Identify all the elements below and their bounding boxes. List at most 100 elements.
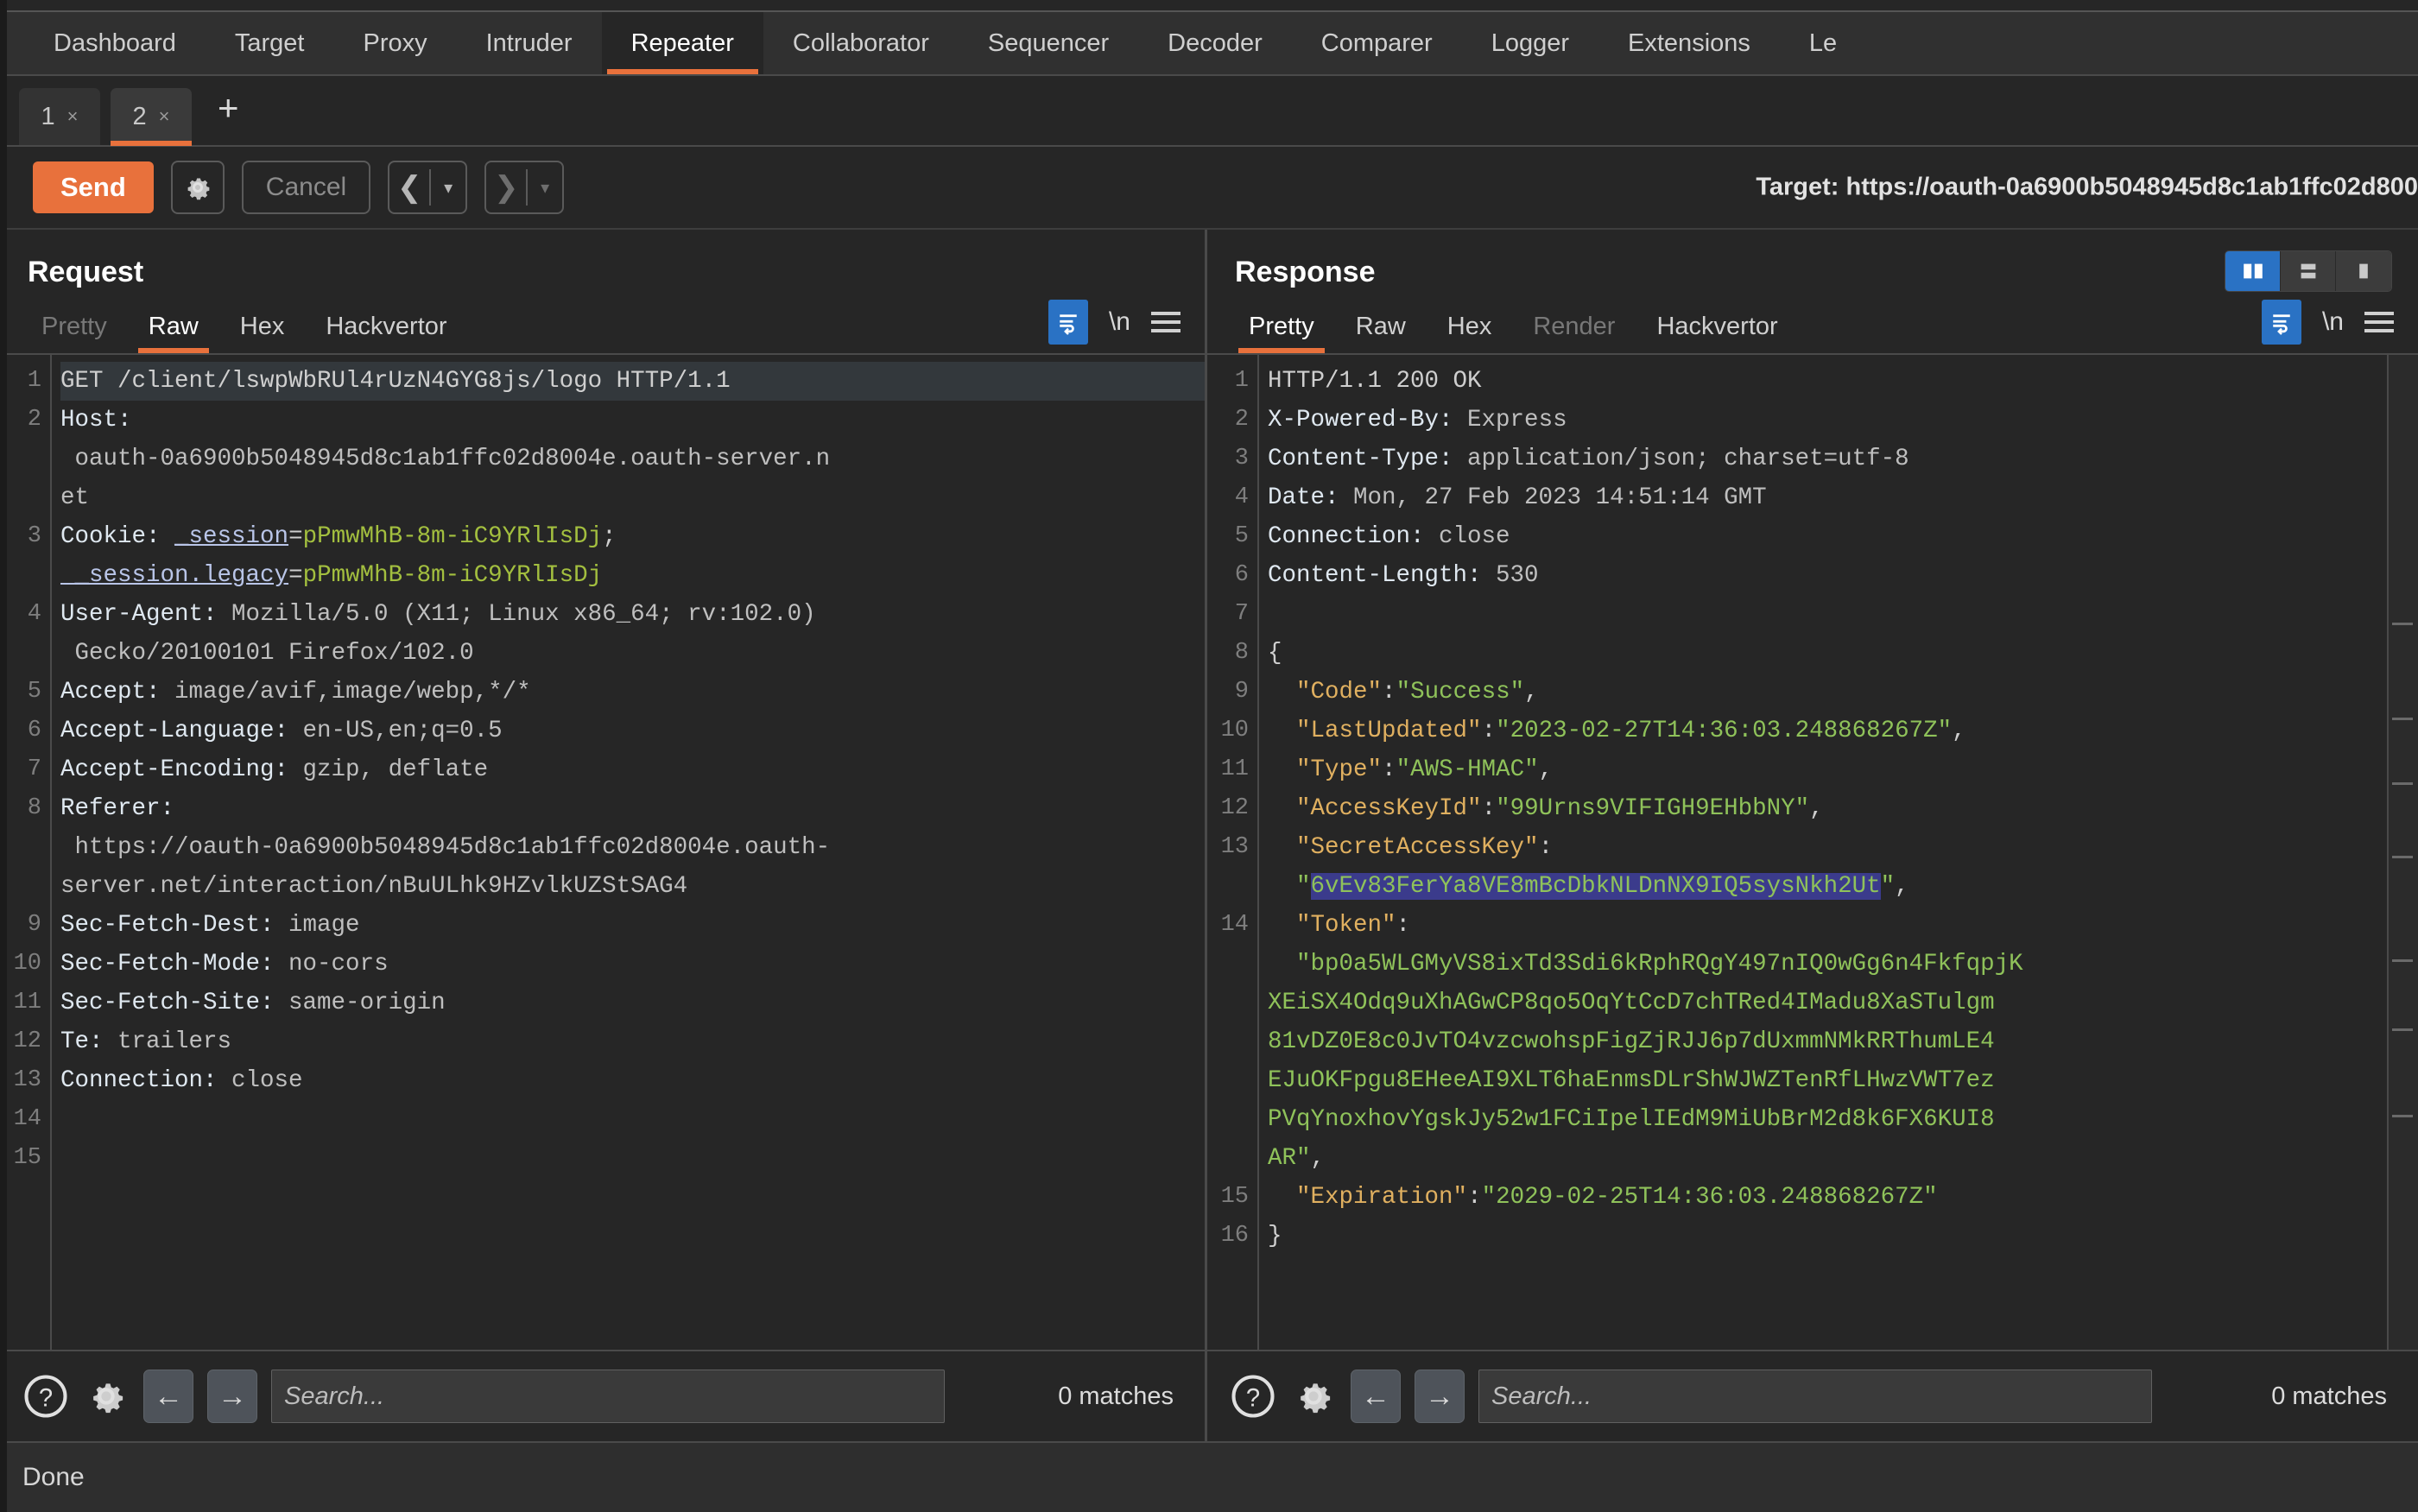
response-menu-icon[interactable] — [2364, 312, 2394, 332]
response-code-line[interactable]: AR", — [1268, 1139, 2378, 1178]
go-back-button[interactable]: ❮ ▾ — [388, 161, 468, 214]
request-search-next-button[interactable]: → — [207, 1370, 257, 1423]
request-code-line[interactable]: https://oauth-0a6900b5048945d8c1ab1ffc02… — [60, 828, 1205, 867]
request-code-line[interactable]: Sec-Fetch-Site: same-origin — [60, 984, 1205, 1022]
request-code-line[interactable]: Sec-Fetch-Dest: image — [60, 906, 1205, 945]
request-code-line[interactable]: Connection: close — [60, 1061, 1205, 1100]
close-icon[interactable]: × — [159, 105, 170, 128]
request-code-line[interactable]: Accept-Encoding: gzip, deflate — [60, 750, 1205, 789]
main-tab-proxy[interactable]: Proxy — [333, 12, 456, 74]
request-search-prev-button[interactable]: ← — [143, 1370, 193, 1423]
go-forward-button[interactable]: ❯ ▾ — [484, 161, 565, 214]
view-mode-split-vertical-button[interactable] — [2225, 251, 2281, 291]
chevron-left-icon[interactable]: ❮ — [389, 162, 429, 212]
response-code-line[interactable]: "Type":"AWS-HMAC", — [1268, 750, 2378, 789]
main-tab-extensions[interactable]: Extensions — [1598, 12, 1780, 74]
response-tab-hackvertor[interactable]: Hackvertor — [1636, 313, 1798, 353]
response-code-line[interactable]: "AccessKeyId":"99Urns9VIFIGH9EHbbNY", — [1268, 789, 2378, 828]
request-code-line[interactable]: Gecko/20100101 Firefox/102.0 — [60, 634, 1205, 673]
request-code-line[interactable]: oauth-0a6900b5048945d8c1ab1ffc02d8004e.o… — [60, 440, 1205, 478]
request-code-line[interactable]: Host: — [60, 401, 1205, 440]
main-tab-decoder[interactable]: Decoder — [1138, 12, 1292, 74]
response-tab-render[interactable]: Render — [1512, 313, 1636, 353]
send-settings-button[interactable] — [170, 161, 225, 214]
response-code-line[interactable]: PVqYnoxhovYgskJy52w1FCiIpelIEdM9MiUbBrM2… — [1268, 1100, 2378, 1139]
request-code-line[interactable]: server.net/interaction/nBuULhk9HZvlkUZSt… — [60, 867, 1205, 906]
request-raw-text[interactable]: GET /client/lswpWbRUl4rUzN4GYG8js/logo H… — [50, 355, 1205, 1350]
request-code-line[interactable]: User-Agent: Mozilla/5.0 (X11; Linux x86_… — [60, 595, 1205, 634]
response-tab-raw[interactable]: Raw — [1335, 313, 1427, 353]
response-code-line[interactable]: EJuOKFpgu8EHeeAI9XLT6haEnmsDLrShWJWZTenR… — [1268, 1061, 2378, 1100]
main-tab-intruder[interactable]: Intruder — [457, 12, 602, 74]
request-code-line[interactable]: Referer: — [60, 789, 1205, 828]
request-show-newlines-button[interactable]: \n — [1109, 307, 1130, 337]
main-tab-comparer[interactable]: Comparer — [1292, 12, 1462, 74]
cancel-button[interactable]: Cancel — [241, 161, 371, 214]
response-code-line[interactable] — [1268, 595, 2378, 634]
response-code-line[interactable]: X-Powered-By: Express — [1268, 401, 2378, 440]
response-code-line[interactable]: "LastUpdated":"2023-02-27T14:36:03.24886… — [1268, 712, 2378, 750]
gear-icon[interactable] — [1290, 1373, 1337, 1420]
main-tab-collaborator[interactable]: Collaborator — [763, 12, 959, 74]
response-code-line[interactable]: Content-Type: application/json; charset=… — [1268, 440, 2378, 478]
view-mode-single-pane-button[interactable] — [2336, 251, 2391, 291]
response-search-input[interactable] — [1478, 1370, 2152, 1423]
response-word-wrap-button[interactable] — [2261, 300, 2301, 345]
response-search-prev-button[interactable]: ← — [1351, 1370, 1401, 1423]
request-menu-icon[interactable] — [1151, 312, 1181, 332]
repeater-tab-1[interactable]: 1 × — [19, 88, 100, 145]
request-tab-pretty[interactable]: Pretty — [21, 313, 128, 353]
send-button[interactable]: Send — [33, 161, 154, 213]
request-code-line[interactable]: Accept: image/avif,image/webp,*/* — [60, 673, 1205, 712]
response-code-line[interactable]: } — [1268, 1217, 2378, 1256]
gear-icon[interactable] — [83, 1373, 130, 1420]
response-search-next-button[interactable]: → — [1415, 1370, 1465, 1423]
response-code-line[interactable]: "6vEv83FerYa8VE8mBcDbkNLDnNX9IQ5sysNkh2U… — [1268, 867, 2378, 906]
response-code-line[interactable]: XEiSX4Odq9uXhAGwCP8qo5OqYtCcD7chTRed4IMa… — [1268, 984, 2378, 1022]
request-code-line[interactable]: Accept-Language: en-US,en;q=0.5 — [60, 712, 1205, 750]
main-tab-target[interactable]: Target — [206, 12, 334, 74]
request-word-wrap-button[interactable] — [1048, 300, 1088, 345]
response-code-line[interactable]: { — [1268, 634, 2378, 673]
response-code-line[interactable]: "Code":"Success", — [1268, 673, 2378, 712]
response-tab-pretty[interactable]: Pretty — [1228, 313, 1335, 353]
response-code-line[interactable]: HTTP/1.1 200 OK — [1268, 362, 2378, 401]
forward-history-chevron-down-icon[interactable]: ▾ — [528, 162, 562, 212]
response-tab-hex[interactable]: Hex — [1427, 313, 1513, 353]
response-code-line[interactable]: "Token": — [1268, 906, 2378, 945]
repeater-tab-2[interactable]: 2 × — [111, 88, 192, 146]
request-code-line[interactable]: et — [60, 478, 1205, 517]
main-tab-logger[interactable]: Logger — [1462, 12, 1598, 74]
main-tab-repeater[interactable]: Repeater — [601, 12, 763, 74]
main-tab-sequencer[interactable]: Sequencer — [959, 12, 1138, 74]
request-code-line[interactable]: GET /client/lswpWbRUl4rUzN4GYG8js/logo H… — [60, 362, 1205, 401]
request-tab-hackvertor[interactable]: Hackvertor — [305, 313, 467, 353]
close-icon[interactable]: × — [67, 105, 79, 128]
request-search-input[interactable] — [271, 1370, 945, 1423]
response-code-line[interactable]: "SecretAccessKey": — [1268, 828, 2378, 867]
response-code-line[interactable]: Connection: close — [1268, 517, 2378, 556]
request-code-line[interactable]: Te: trailers — [60, 1022, 1205, 1061]
response-editor-body[interactable]: 1 2 3 4 5 6 7 8 9 10 11 12 13 14 15 16 HTTP/1.1 200 OK X… — [1207, 355, 2418, 1350]
request-tab-raw[interactable]: Raw — [128, 313, 219, 353]
view-mode-split-horizontal-button[interactable] — [2281, 251, 2336, 291]
request-code-line[interactable] — [60, 1100, 1205, 1139]
question-circle-icon[interactable]: ? — [1230, 1373, 1276, 1420]
back-history-chevron-down-icon[interactable]: ▾ — [431, 162, 465, 212]
response-show-newlines-button[interactable]: \n — [2322, 307, 2344, 337]
request-code-line[interactable] — [60, 1139, 1205, 1178]
response-code-line[interactable]: Date: Mon, 27 Feb 2023 14:51:14 GMT — [1268, 478, 2378, 517]
main-tab-le[interactable]: Le — [1780, 12, 1866, 74]
request-code-line[interactable]: _session.legacy=pPmwMhB-8m-iC9YRlIsDj — [60, 556, 1205, 595]
question-circle-icon[interactable]: ? — [22, 1373, 69, 1420]
response-code-line[interactable]: 81vDZ0E8c0JvTO4vzcwohspFigZjRJJ6p7dUxmmN… — [1268, 1022, 2378, 1061]
main-tab-dashboard[interactable]: Dashboard — [24, 12, 206, 74]
chevron-right-icon[interactable]: ❯ — [486, 162, 526, 212]
response-code-line[interactable]: "bp0a5WLGMyVS8ixTd3Sdi6kRphRQgY497nIQ0wG… — [1268, 945, 2378, 984]
response-code-line[interactable]: Content-Length: 530 — [1268, 556, 2378, 595]
request-code-line[interactable]: Cookie: _session=pPmwMhB-8m-iC9YRlIsDj; — [60, 517, 1205, 556]
add-repeater-tab-button[interactable]: + — [202, 90, 255, 126]
request-code-line[interactable]: Sec-Fetch-Mode: no-cors — [60, 945, 1205, 984]
request-editor-body[interactable]: 1 2 3 4 5 6 7 8 9 10 11 12 13 14 15 GET /client/lswpWb… — [0, 355, 1205, 1350]
request-tab-hex[interactable]: Hex — [219, 313, 306, 353]
